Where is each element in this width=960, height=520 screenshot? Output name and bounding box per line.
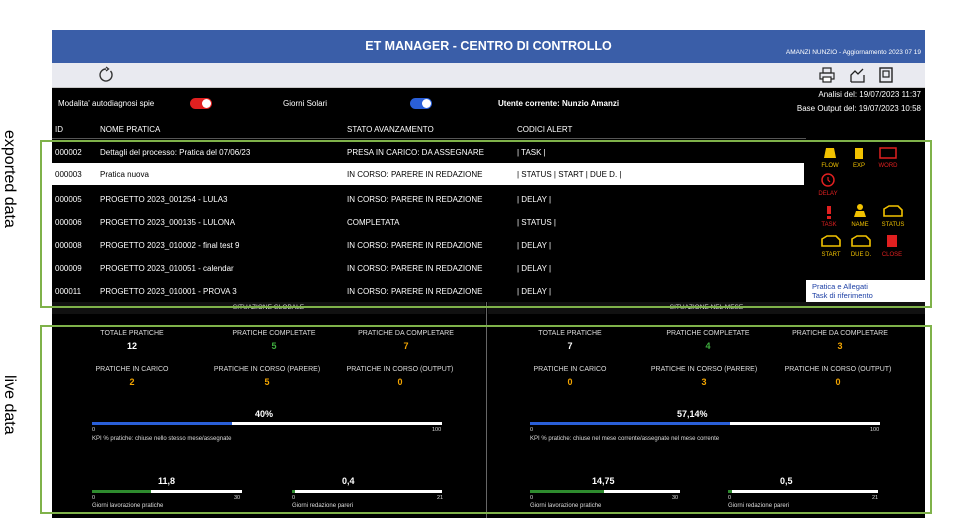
status-row: Modalita' autodiagnosi spie Giorni Solar… xyxy=(52,88,925,120)
analysis-date: Analisi del: 19/07/2023 11:37 xyxy=(818,90,921,99)
current-user: Utente corrente: Nunzio Amanzi xyxy=(498,99,620,108)
chart-icon[interactable] xyxy=(848,66,866,84)
table-header: ID NOME PRATICA STATO AVANZAMENTO CODICI… xyxy=(52,120,925,139)
base-output-date: Base Output del: 19/07/2023 10:58 xyxy=(796,104,921,113)
live-data-frame xyxy=(40,325,932,514)
title-bar: ET MANAGER - CENTRO DI CONTROLLO AMANZI … xyxy=(52,30,925,63)
print-icon[interactable] xyxy=(818,66,836,84)
live-data-annotation: live data xyxy=(1,375,18,435)
header-alert: CODICI ALERT xyxy=(517,125,573,134)
autodiag-label: Modalita' autodiagnosi spie xyxy=(58,99,155,108)
window-icon[interactable] xyxy=(877,66,895,84)
refresh-icon[interactable] xyxy=(97,66,115,84)
solar-days-label: Giorni Solari xyxy=(283,99,328,108)
header-state: STATO AVANZAMENTO xyxy=(347,125,434,134)
exported-data-frame xyxy=(40,140,932,308)
header-name: NOME PRATICA xyxy=(100,125,161,134)
exported-data-annotation: exported data xyxy=(1,130,18,228)
header-id: ID xyxy=(55,125,63,134)
solar-days-toggle[interactable] xyxy=(410,98,432,109)
user-update-info: AMANZI NUNZIO - Aggiornamento 2023 07 19 xyxy=(785,49,921,56)
toolbar xyxy=(52,63,925,88)
autodiag-toggle[interactable] xyxy=(190,98,212,109)
